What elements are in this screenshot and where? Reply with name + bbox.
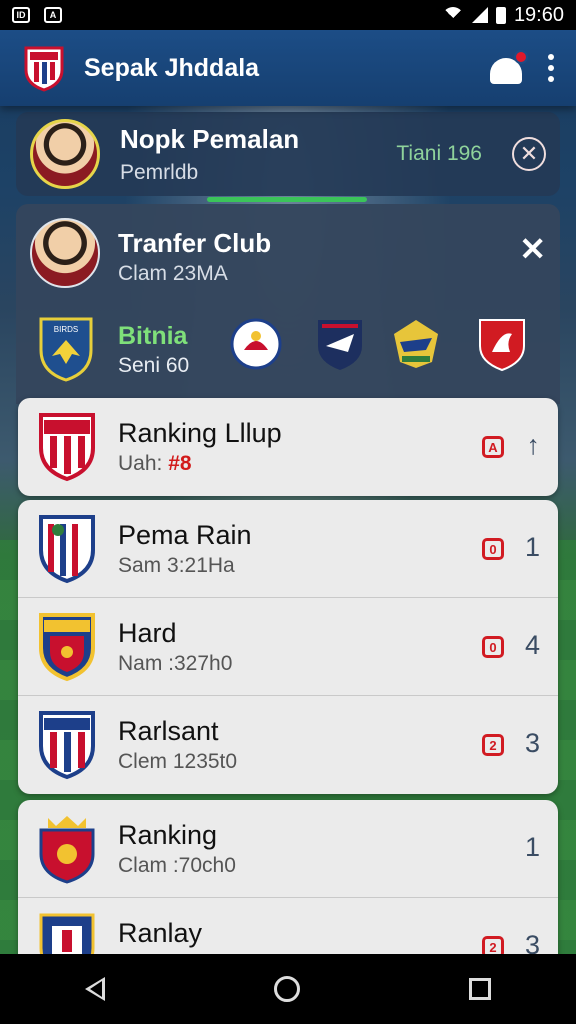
app-notification-icon: A [44, 7, 62, 23]
club-shield-icon [39, 515, 95, 584]
rank-badge: 0 [482, 538, 504, 560]
club-shield-icon [39, 613, 95, 682]
dismiss-close-icon[interactable]: ✕ [512, 137, 546, 171]
ranking-row[interactable]: Ranking Lllup Uah: #8 A ↑ [18, 398, 558, 496]
club-sub: Nam :327h0 [118, 652, 233, 675]
club-name: Ranking Lllup [118, 418, 282, 448]
notifications-button[interactable] [488, 50, 528, 86]
status-bar: ID A 19:60 [0, 0, 576, 30]
battery-icon [495, 6, 506, 24]
transfer-player-avatar [30, 218, 100, 288]
rank-badge: 2 [482, 734, 504, 756]
player-name: Nopk Pemalan [120, 123, 300, 154]
selected-club-name: Bitnia [118, 322, 188, 350]
player-meta: Tiani 196 [396, 142, 482, 165]
club-sub: Clam :70ch0 [118, 854, 236, 877]
club-shield-icon [39, 816, 95, 884]
app-bar: Sepak Jhddala [0, 30, 576, 106]
ranking-row[interactable]: Hard Nam :327h0 0 4 [18, 598, 558, 696]
recents-icon[interactable] [469, 978, 492, 1000]
transfer-title: Tranfer Club [118, 228, 272, 258]
signal-icon [471, 7, 488, 23]
transfer-club-panel: Tranfer Club Clam 23MA ✕ BIRDS Bitnia Se… [16, 204, 560, 404]
player-subtitle: Pemrldb [120, 160, 199, 184]
rank-value: 1 [524, 832, 540, 862]
kebab-dot-icon [548, 65, 554, 71]
club-name: Hard [118, 618, 177, 648]
status-time: 19:60 [513, 3, 564, 26]
ranking-card: Pema Rain Sam 3:21Ha 0 1 Hard Nam :327h0… [18, 500, 558, 794]
rank-badge: A [482, 436, 504, 458]
club-name: Rarlsant [118, 716, 219, 746]
club-shield-icon [39, 413, 95, 482]
club-crest-icon[interactable] [390, 316, 442, 372]
close-panel-icon[interactable]: ✕ [519, 230, 546, 268]
club-name: Ranlay [118, 918, 203, 948]
club-sub: Clem 1235t0 [118, 750, 238, 773]
club-sub: Sam 3:21Ha [118, 554, 235, 577]
notification-dot [514, 50, 528, 64]
club-sub: Uah: #8 [118, 452, 192, 476]
club-crest-icon[interactable] [314, 316, 366, 372]
app-title: Sepak Jhddala [84, 53, 260, 82]
club-sub-highlight: #8 [168, 452, 192, 475]
wifi-icon [441, 7, 464, 29]
notification-icon: ID [12, 7, 30, 23]
kebab-dot-icon [548, 54, 554, 60]
club-logo-icon[interactable] [22, 44, 66, 92]
club-crest-icon[interactable] [476, 316, 528, 372]
rank-value: 4 [524, 630, 540, 660]
ranking-row[interactable]: Pema Rain Sam 3:21Ha 0 1 [18, 500, 558, 598]
ranking-row[interactable]: Rarlsant Clem 1235t0 2 3 [18, 696, 558, 794]
club-sub-prefix: Uah: [118, 452, 169, 475]
loading-progress-bar [207, 197, 367, 202]
transfer-subtitle: Clam 23MA [118, 262, 228, 285]
back-icon[interactable] [84, 977, 105, 1001]
home-icon[interactable] [273, 976, 300, 1002]
club-name: Pema Rain [118, 520, 252, 550]
club-name: Ranking [118, 820, 218, 850]
player-card[interactable]: Nopk Pemalan Pemrldb Tiani 196 ✕ [16, 112, 560, 196]
ranking-row[interactable]: Ranking Clam :70ch0 1 [18, 800, 558, 898]
selected-club-sub: Seni 60 [118, 354, 190, 377]
player-avatar [30, 119, 100, 189]
selected-club-badge-icon[interactable]: BIRDS [38, 316, 94, 382]
system-nav-bar [0, 954, 576, 1024]
kebab-dot-icon [548, 76, 554, 82]
rank-value: 3 [524, 728, 540, 758]
club-shield-icon [39, 711, 95, 780]
svg-text:BIRDS: BIRDS [54, 325, 78, 334]
rank-trend: ↑ [526, 430, 541, 460]
club-crest-icon[interactable] [230, 316, 282, 372]
rank-badge: 0 [482, 636, 504, 658]
rank-value: 1 [524, 532, 540, 562]
ranking-card: Ranking Lllup Uah: #8 A ↑ [18, 398, 558, 496]
more-menu-button[interactable] [548, 54, 554, 82]
